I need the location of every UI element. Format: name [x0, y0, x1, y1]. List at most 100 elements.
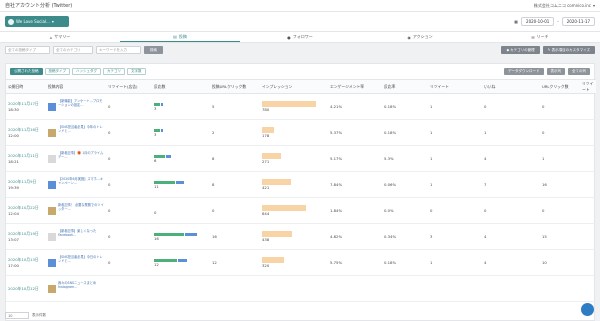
post-content[interactable]: 【新着記事】🎁 1月のプライムデー… [46, 145, 106, 172]
reaction-bar-blue [160, 128, 163, 132]
rt2-value [580, 249, 596, 276]
click-value: 0 [540, 119, 580, 146]
table-row[interactable]: 2020年11月17日 18:30 【新機能】アンケート…プロモーションの設定… … [6, 93, 596, 120]
impressions-cell [260, 275, 328, 302]
url-value: 8 [210, 145, 260, 172]
page-title: 自社アカウント分析 (Twitter) [5, 3, 73, 9]
top-bar: 自社アカウント分析 (Twitter) 株式会社コムニコ comnico.inc… [0, 0, 600, 12]
posts-table: 公開日時 投稿内容 リツイート(広告) 反応数 投稿URLクリック数 インプレッ… [6, 79, 596, 302]
reaction-bar-blue [177, 258, 187, 262]
url-value: 8 [210, 171, 260, 198]
engagement-value: 4.82% [328, 223, 382, 250]
reactions-cell: 11 [152, 171, 210, 198]
filter-bar: 全ての投稿タイプ 全てのカテゴリ キーワードを入力 検索 ◆ カテゴリの管理 ✎ 表… [0, 43, 600, 57]
customize-columns-button[interactable]: ✎ 表示項目のカスタマイズ [542, 46, 595, 54]
table-row[interactable]: 2020年11月16日 12:00 【SNS担当者必見】今年のトレンドと… 0 3… [6, 119, 596, 146]
ptab-chars[interactable]: 文字数 [127, 68, 146, 75]
table-row[interactable]: 2020年10月19日 13:07 【新着記事】楽しくなったFacebook… 0… [6, 223, 596, 250]
chat-icon[interactable] [581, 303, 594, 316]
avatar [8, 18, 14, 25]
post-content[interactable]: 【2020年6月実施】スマホ…キャンペーン… [46, 171, 106, 198]
col-retweets[interactable]: リツイート [428, 79, 482, 94]
impressions-cell: 780 [260, 93, 328, 120]
reaction-rate-value: 0.18% [382, 119, 428, 146]
table-row[interactable]: 2020年10月13日 17:00 【SNS担当者必見】今日のトレンドと… 0 1… [6, 249, 596, 276]
post-type-select[interactable]: 全ての投稿タイプ [5, 46, 50, 54]
rt2-value [580, 223, 596, 250]
search-button[interactable]: 検索 [144, 46, 163, 54]
url-value: 12 [210, 249, 260, 276]
rt-ad-value: 0 [106, 249, 152, 276]
keyword-input[interactable]: キーワードを入力 [96, 46, 141, 54]
table-row[interactable]: 2020年10月22日 12:04 新着記事！ 必要な業務でのツイッター… 0 0… [6, 197, 596, 224]
post-content[interactable]: 【SNS担当者必見】今年のトレンドと… [46, 119, 106, 146]
post-content[interactable]: 【新着記事】楽しくなったFacebook… [46, 223, 106, 250]
engagement-value: 5.17% [328, 145, 382, 172]
click-value: 16 [540, 171, 580, 198]
col-content[interactable]: 投稿内容 [46, 79, 106, 94]
post-content[interactable]: 【新機能】アンケート…プロモーションの設定… [46, 93, 106, 120]
table-row[interactable]: 2020年11月11日 18:21 【新着記事】🎁 1月のプライムデー… 0 6 … [6, 145, 596, 172]
manage-category-button[interactable]: ◆ カテゴリの管理 [501, 46, 540, 54]
post-date: 2020年10月19日 13:07 [6, 223, 46, 250]
retweet-value [428, 275, 482, 302]
post-content[interactable]: 新着記事！ 必要な業務でのツイッター… [46, 197, 106, 224]
reactions-cell: 3 [152, 119, 210, 146]
url-value [210, 275, 260, 302]
post-content[interactable]: 我々のSNSニュースまとめ Instagram… [46, 275, 106, 302]
ptab-category[interactable]: カテゴリ [103, 68, 125, 75]
company-menu[interactable]: 株式会社コムニコ comnico.inc ▾ [534, 3, 595, 9]
col-reactions[interactable]: 反応数 [152, 79, 210, 94]
col-impressions[interactable]: インプレッション [260, 79, 328, 94]
date-to[interactable]: 2020-11-17 [561, 17, 595, 26]
ptab-type[interactable]: 投稿タイプ [44, 68, 70, 75]
rt2-value [580, 145, 596, 172]
reaction-rate-value: 5.3% [382, 145, 428, 172]
posts-panel: 公開された投稿 投稿タイプ ハッシュタグ カテゴリ 文字数 データダウンロード … [5, 63, 596, 321]
col-url[interactable]: 投稿URLクリック数 [210, 79, 260, 94]
retweet-value: 1 [428, 249, 482, 276]
post-thumbnail [48, 180, 56, 189]
table-row[interactable]: 2020年11月9日 19:39 【2020年6月実施】スマホ…キャンペーン… 0… [6, 171, 596, 198]
reaction-bar-blue [175, 180, 184, 184]
tab-followers[interactable]: ● フォロワー [240, 32, 360, 42]
reaction-rate-value: 0.0% [382, 197, 428, 224]
table-row[interactable]: 2020年10月12日 我々のSNSニュースまとめ Instagram… [6, 275, 596, 302]
account-selector[interactable]: We Love Social... ▾ [5, 16, 69, 27]
ptab-hashtag[interactable]: ハッシュタグ [72, 68, 101, 75]
date-from[interactable]: 2020-10-01 [521, 17, 555, 26]
engagement-value [328, 275, 382, 302]
action-icon: ◉ [407, 34, 411, 40]
all-columns-button[interactable]: 全ての列 [568, 68, 590, 75]
reactions-cell: 12 [152, 249, 210, 276]
post-thumbnail [48, 154, 56, 163]
post-date: 2020年11月17日 18:30 [6, 93, 46, 120]
download-button[interactable]: データダウンロード [504, 68, 544, 75]
retweet-value: 1 [428, 171, 482, 198]
col-retweets-2[interactable]: リツイート [580, 79, 596, 94]
col-engagement[interactable]: エンゲージメント率 [328, 79, 382, 94]
post-content[interactable]: 【SNS担当者必見】今日のトレンドと… [46, 249, 106, 276]
col-likes[interactable]: いいね [482, 79, 540, 94]
col-date[interactable]: 公開日時 [6, 79, 46, 94]
tab-posts[interactable]: ▤ 投稿 [120, 32, 240, 42]
col-rt-ad[interactable]: リツイート(広告) [106, 79, 152, 94]
like-value: 0 [482, 197, 540, 224]
ptab-published[interactable]: 公開された投稿 [10, 68, 43, 75]
post-date: 2020年11月16日 12:00 [6, 119, 46, 146]
page-size-select[interactable]: 10 [5, 312, 29, 319]
home-icon: ⌂ [49, 34, 53, 40]
tab-reach[interactable]: ✉ リーチ [480, 32, 600, 42]
col-url-clicks[interactable]: URLクリック数 [540, 79, 580, 94]
impressions-cell: 271 [260, 145, 328, 172]
post-thumbnail [48, 232, 56, 241]
tab-actions[interactable]: ◉ アクション [360, 32, 480, 42]
account-bar: We Love Social... ▾ ▦ 2020-10-01 - 2020-… [0, 12, 600, 32]
tab-summary[interactable]: ⌂ サマリー [0, 32, 120, 42]
col-reaction-rate[interactable]: 反応率 [382, 79, 428, 94]
columns-button[interactable]: 表示列 [546, 68, 565, 75]
calendar-icon[interactable]: ▦ [514, 19, 518, 24]
post-thumbnail [48, 258, 56, 267]
reactions-cell [152, 275, 210, 302]
category-select[interactable]: 全てのカテゴリ [53, 46, 93, 54]
